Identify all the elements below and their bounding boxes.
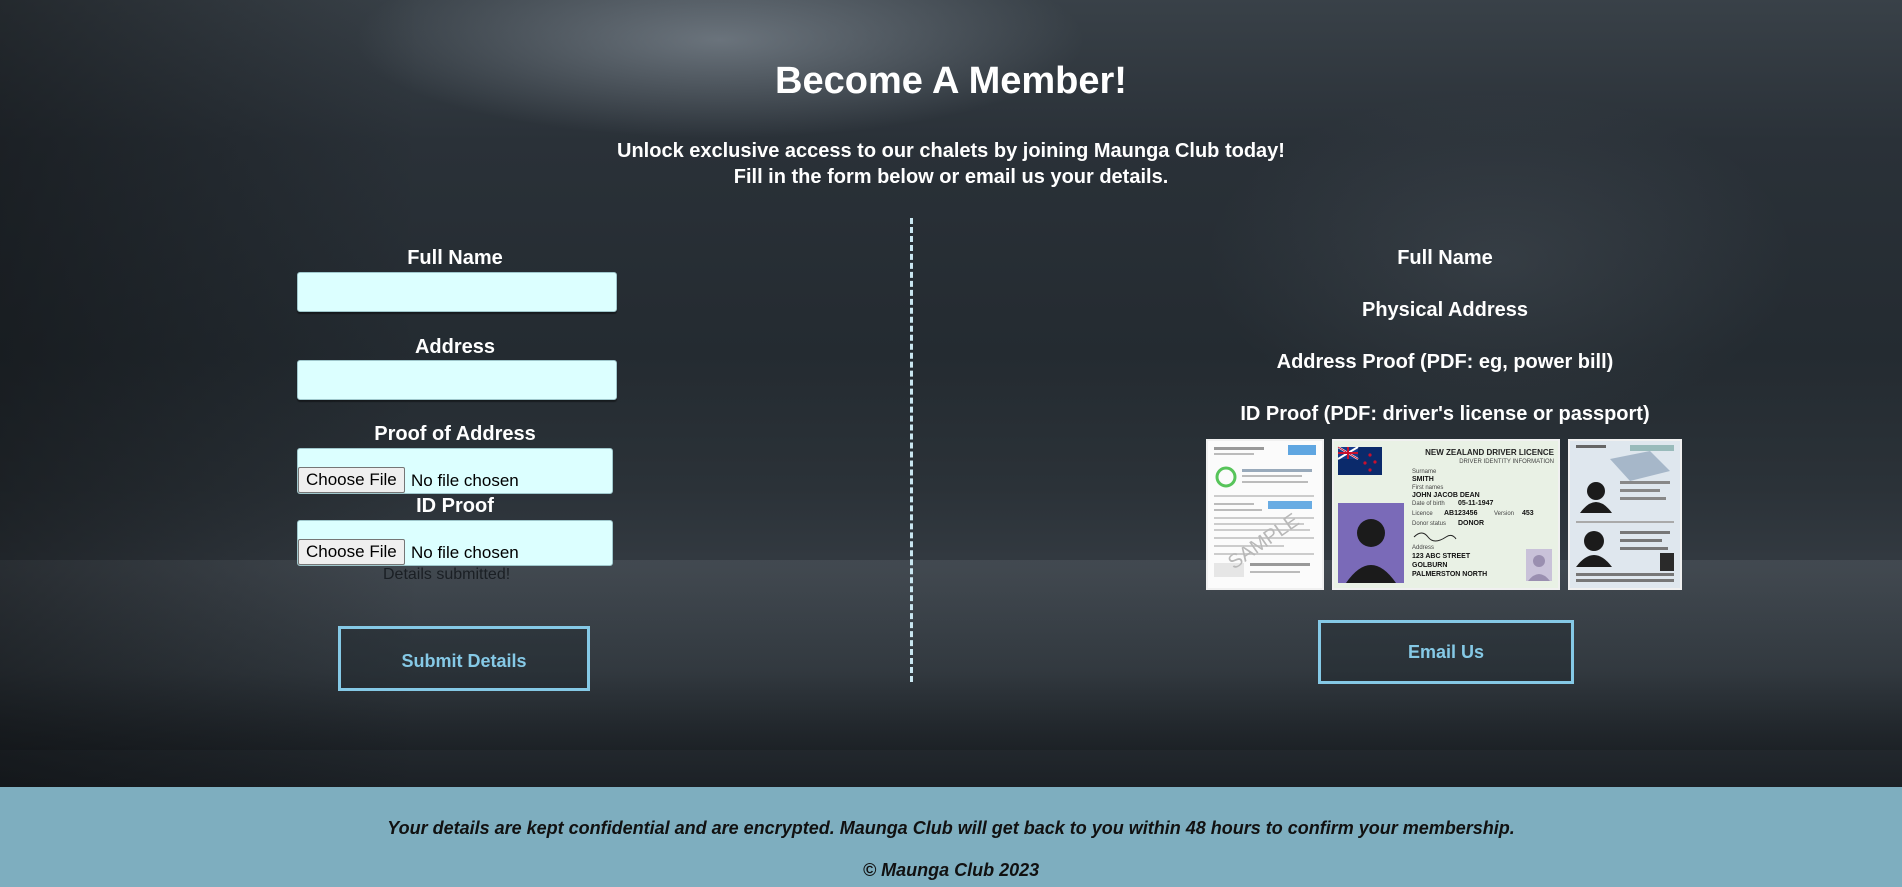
sample-power-bill-image: SAMPLE: [1206, 439, 1324, 590]
licence-surname: SMITH: [1412, 476, 1434, 483]
email-us-button[interactable]: Email Us: [1318, 620, 1574, 684]
file-status: No file chosen: [411, 471, 519, 490]
copyright: © Maunga Club 2023: [862, 860, 1040, 880]
footer: Your details are kept confidential and a…: [0, 787, 1902, 887]
licence-first-names: JOHN JACOB DEAN: [1412, 492, 1480, 499]
full-name-input[interactable]: [297, 272, 617, 312]
proof-of-address-label: Proof of Address: [374, 423, 536, 445]
page-title: Become A Member!: [775, 60, 1127, 102]
licence-address-label: Address: [1412, 545, 1434, 551]
background-photo: [0, 0, 1902, 787]
required-item-physical-address: Physical Address: [1361, 299, 1528, 321]
licence-donor: DONOR: [1458, 520, 1484, 527]
id-proof-file-input[interactable]: Choose File No file chosen: [297, 520, 613, 566]
licence-dob-label: Date of birth: [1412, 501, 1445, 507]
address-input[interactable]: [297, 360, 617, 400]
page-subtitle: Unlock exclusive access to our chalets b…: [0, 138, 1902, 190]
licence-first-names-label: First names: [1412, 485, 1443, 491]
licence-dob: 05-11-1947: [1458, 500, 1494, 507]
licence-number: AB123456: [1444, 510, 1478, 517]
choose-file-button[interactable]: Choose File: [298, 539, 405, 565]
required-item-full-name: Full Name: [1397, 247, 1493, 269]
licence-surname-label: Surname: [1412, 469, 1437, 475]
submit-details-button[interactable]: Submit Details: [338, 626, 590, 691]
subtitle-line-1: Unlock exclusive access to our chalets b…: [617, 140, 1285, 162]
licence-heading: NEW ZEALAND DRIVER LICENCE: [1425, 448, 1555, 457]
licence-version: 453: [1522, 510, 1534, 517]
licence-address-line-3: PALMERSTON NORTH: [1412, 571, 1487, 578]
confidentiality-note: Your details are kept confidential and a…: [387, 818, 1515, 838]
section-divider: [910, 218, 913, 682]
licence-version-label: Version: [1494, 511, 1514, 517]
submitted-message: Details submitted!: [383, 566, 511, 583]
licence-donor-label: Donor status: [1412, 521, 1446, 527]
licence-address-line-1: 123 ABC STREET: [1412, 553, 1471, 560]
full-name-label: Full Name: [407, 247, 503, 269]
sample-passport-image: [1568, 439, 1682, 590]
required-item-id-proof: ID Proof (PDF: driver's license or passp…: [1240, 403, 1650, 425]
required-item-address-proof: Address Proof (PDF: eg, power bill): [1276, 351, 1614, 373]
address-label: Address: [414, 336, 496, 358]
licence-subheading: DRIVER IDENTITY INFORMATION: [1459, 459, 1554, 465]
licence-number-label: Licence: [1412, 511, 1433, 517]
subtitle-line-2: Fill in the form below or email us your …: [733, 166, 1169, 188]
choose-file-button[interactable]: Choose File: [298, 467, 405, 493]
file-status: No file chosen: [411, 543, 519, 562]
sample-drivers-licence-image: NEW ZEALAND DRIVER LICENCE DRIVER IDENTI…: [1332, 439, 1560, 590]
id-proof-label: ID Proof: [416, 495, 494, 517]
licence-address-line-2: GOLBURN: [1412, 562, 1447, 569]
proof-of-address-file-input[interactable]: Choose File No file chosen: [297, 448, 613, 494]
